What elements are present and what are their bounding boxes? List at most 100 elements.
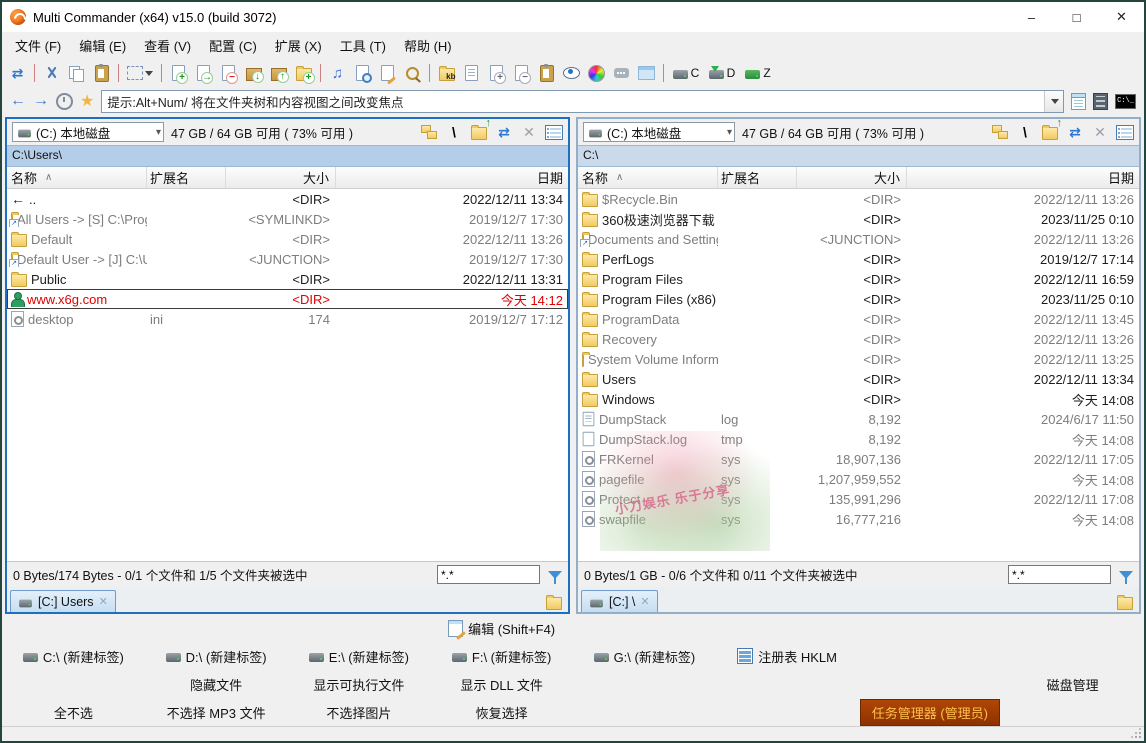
column-header-ext[interactable]: 扩展名 — [147, 167, 226, 188]
keyboard-shortcuts-button[interactable]: kb — [435, 62, 458, 85]
drive-c-button[interactable]: C — [669, 62, 703, 85]
unpack-button[interactable]: ↑ — [267, 62, 290, 85]
drive-z-button[interactable]: Z — [741, 62, 775, 85]
menu-edit[interactable]: 编辑 (E) — [70, 32, 135, 59]
folder-tree-button[interactable] — [420, 123, 438, 141]
quick-task-manager-button[interactable]: 任务管理器 (管理员) — [860, 699, 1000, 726]
filter-funnel-icon[interactable] — [1119, 571, 1133, 579]
file-row[interactable]: DumpStack.logtmp8,192今天 14:08 — [578, 429, 1139, 449]
file-row[interactable]: DumpStacklog8,1922024/6/17 11:50 — [578, 409, 1139, 429]
file-row[interactable]: FRKernelsys18,907,1362022/12/11 17:05 — [578, 449, 1139, 469]
paste-button[interactable] — [90, 62, 113, 85]
left-tab[interactable]: [C:] Users ✕ — [10, 590, 116, 612]
quick-restore-selection-button[interactable]: 恢复选择 — [476, 703, 528, 722]
file-row[interactable]: desktopini1742019/12/7 17:12 — [7, 309, 568, 329]
quick-disk-management-button[interactable]: 磁盘管理 — [1047, 675, 1099, 694]
refresh-button[interactable]: ⇄ — [6, 62, 29, 85]
copy-button[interactable] — [65, 62, 88, 85]
file-row-selected[interactable]: www.x6g.com<DIR>今天 14:12 — [7, 289, 568, 309]
forward-button[interactable]: → — [33, 92, 49, 110]
go-root-button[interactable]: \ — [445, 123, 463, 141]
right-path-bar[interactable]: C:\ — [578, 145, 1139, 167]
resize-grip[interactable] — [1139, 736, 1141, 738]
file-add-button[interactable]: + — [485, 62, 508, 85]
new-tab-folder-button[interactable] — [546, 597, 562, 610]
file-row[interactable]: swapfilesys16,777,216今天 14:08 — [578, 509, 1139, 529]
right-filter-input[interactable] — [1008, 565, 1111, 584]
file-row[interactable]: 360极速浏览器下载<DIR>2023/11/25 0:10 — [578, 209, 1139, 229]
disconnect-button[interactable]: ✕ — [1091, 123, 1109, 141]
column-header-size[interactable]: 大小 — [226, 167, 336, 188]
back-button[interactable]: ← — [10, 92, 26, 110]
quick-registry-button[interactable]: 注册表 HKLM — [737, 647, 837, 666]
tab-close-icon[interactable]: ✕ — [99, 595, 108, 608]
left-filter-input[interactable] — [437, 565, 540, 584]
drive-d-button[interactable]: D — [705, 62, 739, 85]
refresh-pane-button[interactable]: ⇄ — [1066, 123, 1084, 141]
file-row[interactable]: pagefilesys1,207,959,552今天 14:08 — [578, 469, 1139, 489]
file-row[interactable]: Default<DIR>2022/12/11 13:26 — [7, 229, 568, 249]
tab-close-icon[interactable]: ✕ — [640, 595, 649, 608]
file-row[interactable]: System Volume Information<DIR>2022/12/11… — [578, 349, 1139, 369]
file-row[interactable]: Recovery<DIR>2022/12/11 13:26 — [578, 329, 1139, 349]
quick-tab-f-button[interactable]: F:\ (新建标签) — [452, 647, 551, 666]
rename-button[interactable] — [460, 62, 483, 85]
music-tools-button[interactable]: ♫ — [326, 62, 349, 85]
file-row[interactable]: ProgramData<DIR>2022/12/11 13:45 — [578, 309, 1139, 329]
right-tab[interactable]: [C:] \ ✕ — [581, 590, 658, 612]
quick-hidden-files-button[interactable]: 隐藏文件 — [190, 675, 242, 694]
quick-no-pictures-button[interactable]: 不选择图片 — [326, 703, 391, 722]
right-drive-selector[interactable]: (C:) 本地磁盘 ▾ — [583, 122, 735, 142]
file-row[interactable]: Users<DIR>2022/12/11 13:34 — [578, 369, 1139, 389]
column-header-date[interactable]: 日期 — [907, 167, 1139, 188]
history-icon[interactable] — [56, 93, 73, 110]
minimize-button[interactable]: – — [1009, 2, 1054, 32]
search-button[interactable] — [401, 62, 424, 85]
cut-button[interactable] — [40, 62, 63, 85]
new-file-button[interactable]: + — [167, 62, 190, 85]
left-drive-selector[interactable]: (C:) 本地磁盘 ▾ — [12, 122, 164, 142]
file-row[interactable]: Windows<DIR>今天 14:08 — [578, 389, 1139, 409]
column-header-ext[interactable]: 扩展名 — [718, 167, 797, 188]
combobox-dropdown-button[interactable] — [1044, 91, 1063, 112]
quick-show-exe-button[interactable]: 显示可执行文件 — [313, 675, 404, 694]
delete-file-button[interactable]: − — [217, 62, 240, 85]
file-row[interactable]: Public<DIR>2022/12/11 13:31 — [7, 269, 568, 289]
clipboard-button[interactable] — [535, 62, 558, 85]
file-row[interactable]: All Users -> [S] C:\ProgramData<SYMLINKD… — [7, 209, 568, 229]
file-row[interactable]: Protectsys135,991,2962022/12/11 17:08 — [578, 489, 1139, 509]
left-path-bar[interactable]: C:\Users\ — [7, 145, 568, 167]
go-up-button[interactable]: ↑ — [470, 123, 488, 141]
close-button[interactable]: ✕ — [1099, 2, 1144, 32]
calculator-icon[interactable] — [1093, 93, 1108, 110]
file-row[interactable]: PerfLogs<DIR>2019/12/7 17:14 — [578, 249, 1139, 269]
go-root-button[interactable]: \ — [1016, 123, 1034, 141]
menu-view[interactable]: 查看 (V) — [135, 32, 200, 59]
quick-deselect-all-button[interactable]: 全不选 — [54, 703, 93, 722]
menu-extensions[interactable]: 扩展 (X) — [266, 32, 331, 59]
quick-show-dll-button[interactable]: 显示 DLL 文件 — [460, 675, 543, 694]
favorites-star-icon[interactable]: ★ — [80, 91, 94, 111]
menu-file[interactable]: 文件 (F) — [6, 32, 70, 59]
view-mode-button[interactable] — [545, 123, 563, 141]
disconnect-button[interactable]: ✕ — [520, 123, 538, 141]
quick-tab-c-button[interactable]: C:\ (新建标签) — [23, 647, 124, 666]
file-row[interactable]: Program Files (x86)<DIR>2023/11/25 0:10 — [578, 289, 1139, 309]
file-row[interactable]: Documents and Settings -> [J] C:\...<JUN… — [578, 229, 1139, 249]
command-prompt-icon[interactable]: C:\_ — [1115, 94, 1136, 109]
column-header-size[interactable]: 大小 — [797, 167, 907, 188]
comments-button[interactable] — [610, 62, 633, 85]
quick-edit-button[interactable]: 编辑 (Shift+F4) — [448, 619, 555, 638]
go-up-button[interactable]: ↑ — [1041, 123, 1059, 141]
menu-help[interactable]: 帮助 (H) — [395, 32, 461, 59]
command-line-field[interactable]: 提示:Alt+Num/ 将在文件夹树和内容视图之间改变焦点 — [101, 90, 1064, 113]
quick-tab-e-button[interactable]: E:\ (新建标签) — [309, 647, 409, 666]
file-row[interactable]: ←..<DIR>2022/12/11 13:34 — [7, 189, 568, 209]
menu-tools[interactable]: 工具 (T) — [331, 32, 395, 59]
file-row[interactable]: $Recycle.Bin<DIR>2022/12/11 13:26 — [578, 189, 1139, 209]
quick-tab-g-button[interactable]: G:\ (新建标签) — [594, 647, 696, 666]
file-search-button[interactable] — [351, 62, 374, 85]
new-tab-folder-button[interactable] — [1117, 597, 1133, 610]
quick-tab-d-button[interactable]: D:\ (新建标签) — [166, 647, 267, 666]
pack-button[interactable]: ↓ — [242, 62, 265, 85]
